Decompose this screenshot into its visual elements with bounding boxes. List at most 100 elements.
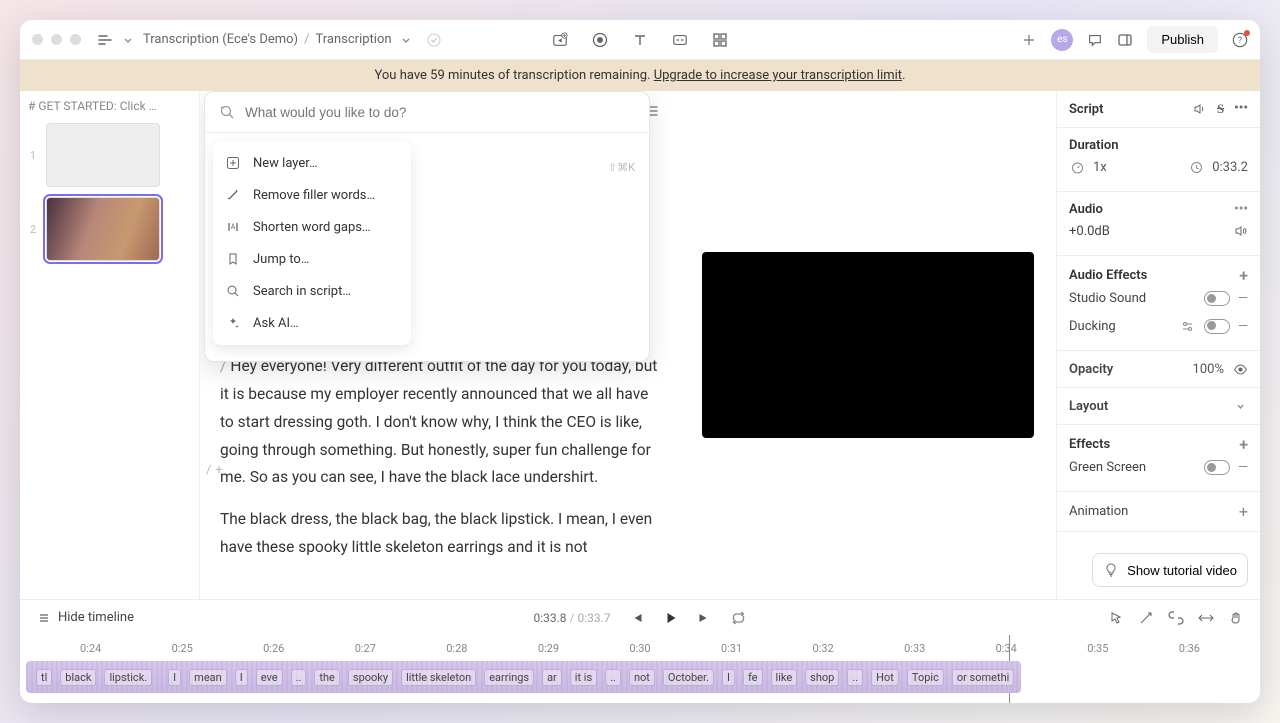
- line-gutter[interactable]: / +: [206, 463, 223, 478]
- word[interactable]: ar: [542, 669, 562, 686]
- word[interactable]: little skeleton: [401, 669, 476, 686]
- word[interactable]: October.: [663, 669, 714, 686]
- palette-jump-to[interactable]: Jump to…: [213, 243, 411, 275]
- speaker-icon[interactable]: [1232, 223, 1248, 239]
- plus-icon[interactable]: +: [1239, 502, 1248, 521]
- record-icon[interactable]: [592, 32, 608, 48]
- remove-icon[interactable]: —: [1238, 460, 1248, 475]
- word[interactable]: earrings: [484, 669, 534, 686]
- eye-icon[interactable]: [1232, 361, 1248, 377]
- traffic-zoom[interactable]: [70, 34, 81, 45]
- gain-value[interactable]: +0.0dB: [1069, 224, 1110, 239]
- word[interactable]: black: [60, 669, 96, 686]
- avatar[interactable]: es: [1051, 29, 1073, 51]
- palette-ask-ai[interactable]: Ask AI…: [213, 307, 411, 339]
- clip-track[interactable]: tl black lipstick. I mean I eve .. the s…: [26, 661, 1021, 693]
- strike-s-icon[interactable]: S: [1217, 101, 1224, 117]
- video-preview[interactable]: [702, 252, 1034, 438]
- speed-icon[interactable]: [1069, 159, 1085, 175]
- transcript-paragraph-1[interactable]: /Hey everyone! Very different outfit of …: [220, 353, 660, 492]
- word[interactable]: Hot: [871, 669, 899, 686]
- loop-icon[interactable]: [731, 610, 747, 626]
- hand-icon[interactable]: [1228, 610, 1244, 626]
- word[interactable]: lipstick.: [104, 669, 152, 686]
- ducking-toggle[interactable]: [1204, 319, 1230, 334]
- word[interactable]: the: [314, 669, 340, 686]
- breadcrumb-project[interactable]: Transcription (Ece's Demo): [143, 32, 298, 47]
- palette-search-script[interactable]: Search in script…: [213, 275, 411, 307]
- word[interactable]: fe: [743, 669, 763, 686]
- word[interactable]: or somethi: [952, 669, 1015, 686]
- opacity-value[interactable]: 100%: [1193, 362, 1224, 377]
- word[interactable]: like: [771, 669, 798, 686]
- chevron-down-icon[interactable]: [1232, 398, 1248, 414]
- word[interactable]: I: [235, 669, 248, 686]
- plus-icon[interactable]: +: [215, 463, 222, 478]
- traffic-close[interactable]: [32, 34, 43, 45]
- scene-2-thumb[interactable]: [46, 197, 160, 261]
- hide-timeline-button[interactable]: Hide timeline: [36, 610, 134, 626]
- word[interactable]: not: [629, 669, 655, 686]
- add-media-icon[interactable]: [552, 32, 568, 48]
- play-icon[interactable]: [663, 610, 679, 626]
- word[interactable]: I: [168, 669, 181, 686]
- stretch-icon[interactable]: [1198, 610, 1214, 626]
- skip-back-icon[interactable]: [629, 610, 645, 626]
- palette-shorten-gaps[interactable]: A Shorten word gaps…: [213, 211, 411, 243]
- word[interactable]: ..: [847, 669, 863, 686]
- comments-icon[interactable]: [1087, 32, 1103, 48]
- plus-icon[interactable]: +: [1239, 435, 1248, 454]
- breadcrumb-file[interactable]: Transcription: [315, 32, 391, 47]
- sliders-icon[interactable]: [1180, 318, 1196, 334]
- green-screen-toggle[interactable]: [1204, 460, 1230, 475]
- traffic-minimize[interactable]: [51, 34, 62, 45]
- palette-search-input[interactable]: [245, 105, 635, 120]
- scene-1[interactable]: 1: [28, 123, 191, 187]
- plus-icon[interactable]: +: [1239, 266, 1248, 285]
- publish-button[interactable]: Publish: [1147, 26, 1218, 53]
- word[interactable]: Topic: [907, 669, 944, 686]
- captions-icon[interactable]: [672, 32, 688, 48]
- pointer-icon[interactable]: [1108, 610, 1124, 626]
- more-icon[interactable]: •••: [1234, 101, 1248, 117]
- remove-icon[interactable]: —: [1238, 319, 1248, 334]
- invite-icon[interactable]: [1021, 32, 1037, 48]
- timeline[interactable]: tl black lipstick. I mean I eve .. the s…: [20, 661, 1260, 703]
- transcript-paragraph-2[interactable]: The black dress, the black bag, the blac…: [220, 506, 660, 562]
- animation-header[interactable]: Animation: [1069, 504, 1128, 519]
- word[interactable]: spooky: [348, 669, 393, 686]
- palette-remove-filler[interactable]: Remove filler words…: [213, 179, 411, 211]
- menu-icon[interactable]: [97, 32, 113, 48]
- help-icon[interactable]: ?: [1232, 32, 1248, 48]
- blade-icon[interactable]: [1138, 610, 1154, 626]
- templates-icon[interactable]: [712, 32, 728, 48]
- layout-header[interactable]: Layout: [1069, 399, 1108, 414]
- timeline-ruler[interactable]: 0:24 0:25 0:26 0:27 0:28 0:29 0:30 0:31 …: [20, 635, 1260, 661]
- speaker-icon[interactable]: [1191, 101, 1207, 117]
- studio-sound-toggle[interactable]: [1204, 291, 1230, 306]
- panel-icon[interactable]: [1117, 32, 1133, 48]
- word[interactable]: shop: [805, 669, 839, 686]
- speed-value[interactable]: 1x: [1093, 160, 1107, 175]
- more-icon[interactable]: •••: [1234, 202, 1248, 217]
- word[interactable]: it is: [570, 669, 597, 686]
- chevron-down-icon[interactable]: [398, 32, 414, 48]
- slash-icon[interactable]: /: [206, 463, 211, 478]
- skip-forward-icon[interactable]: [697, 610, 713, 626]
- scene-2[interactable]: 2: [28, 197, 191, 261]
- word[interactable]: mean: [189, 669, 227, 686]
- scene-1-thumb[interactable]: [46, 123, 160, 187]
- tutorial-button[interactable]: Show tutorial video: [1092, 553, 1248, 587]
- window-traffic-lights[interactable]: [32, 34, 81, 45]
- remove-icon[interactable]: —: [1238, 291, 1248, 306]
- text-icon[interactable]: [632, 32, 648, 48]
- word[interactable]: ..: [605, 669, 621, 686]
- upgrade-link[interactable]: Upgrade to increase your transcription l…: [654, 68, 902, 83]
- palette-new-layer[interactable]: New layer…: [213, 147, 411, 179]
- chevron-down-icon[interactable]: [123, 32, 133, 48]
- word[interactable]: ..: [291, 669, 307, 686]
- link-icon[interactable]: [1168, 610, 1184, 626]
- word[interactable]: I: [722, 669, 735, 686]
- word[interactable]: tl: [36, 669, 52, 686]
- word[interactable]: eve: [256, 669, 283, 686]
